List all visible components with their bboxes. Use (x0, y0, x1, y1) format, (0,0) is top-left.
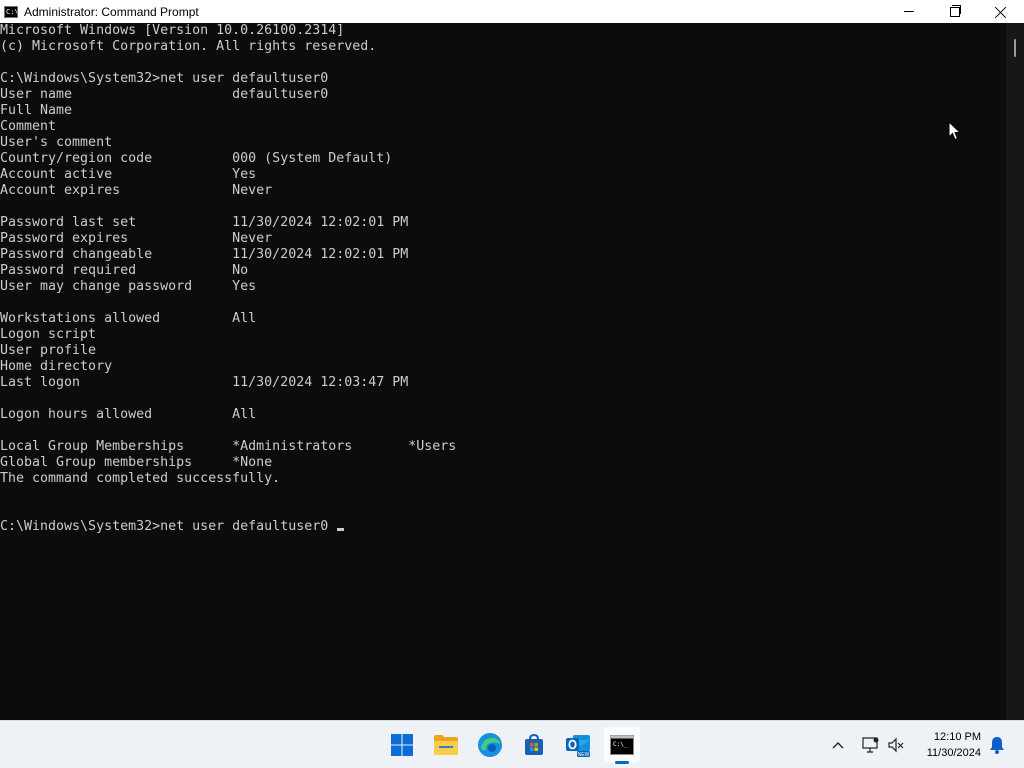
console-prompt-line[interactable]: C:\Windows\System32>net user defaultuser… (0, 519, 1006, 535)
volume-muted-icon (888, 737, 904, 753)
console-line: The command completed successfully. (0, 471, 281, 486)
active-app-indicator (615, 761, 629, 764)
close-button[interactable] (978, 0, 1024, 23)
volume-button[interactable] (884, 733, 908, 757)
windows-logo-icon (391, 734, 413, 756)
text-cursor (337, 528, 345, 531)
clock-date: 11/30/2024 (926, 747, 981, 759)
window-title: Administrator: Command Prompt (24, 4, 199, 19)
console-line: Local Group Memberships *Administrators … (0, 439, 457, 454)
prompt-text: C:\Windows\System32>net user defaultuser… (0, 519, 337, 534)
console-line: Microsoft Windows [Version 10.0.26100.23… (0, 23, 345, 38)
console-line: Account expires Never (0, 183, 273, 198)
minimize-icon (904, 11, 914, 12)
console-text: Microsoft Windows [Version 10.0.26100.23… (0, 23, 1006, 519)
console-line: Full Name (0, 103, 73, 118)
network-icon (862, 737, 879, 753)
edge-icon (478, 733, 502, 757)
outlook-new-badge: NEW (578, 752, 590, 758)
command-prompt-taskbar-button[interactable]: C:\_ (604, 727, 640, 764)
chevron-up-icon (832, 742, 844, 749)
console-line: Password expires Never (0, 231, 273, 246)
svg-text:C:\_: C:\_ (613, 741, 628, 748)
scrollbar-thumb[interactable] (1014, 39, 1016, 57)
console-output[interactable]: Microsoft Windows [Version 10.0.26100.23… (0, 23, 1006, 720)
console-line: Last logon 11/30/2024 12:03:47 PM (0, 375, 409, 390)
store-icon (525, 733, 543, 755)
vertical-scrollbar[interactable] (1006, 23, 1024, 720)
outlook-icon: NEW (566, 735, 590, 758)
console-line: (c) Microsoft Corporation. All rights re… (0, 39, 377, 54)
console-line: Logon script (0, 327, 97, 342)
maximize-button[interactable] (932, 0, 978, 23)
clock-time: 12:10 PM (933, 731, 981, 743)
console-line: Home directory (0, 359, 113, 374)
folder-icon (434, 735, 458, 755)
command-prompt-app-icon: C:\ (4, 5, 18, 18)
window-titlebar[interactable]: C:\ Administrator: Command Prompt (0, 0, 1024, 23)
network-status-button[interactable] (858, 733, 882, 757)
console-line: User's comment (0, 135, 113, 150)
bell-icon (990, 737, 1004, 754)
console-line: Global Group memberships *None (0, 455, 273, 470)
edge-button[interactable] (472, 727, 508, 763)
taskbar-clock[interactable]: 12:10 PM 11/30/2024 (927, 729, 981, 761)
console-line: C:\Windows\System32>net user defaultuser… (0, 71, 329, 86)
console-line: Country/region code 000 (System Default) (0, 151, 393, 166)
console-line: Password last set 11/30/2024 12:02:01 PM (0, 215, 409, 230)
console-line: User may change password Yes (0, 279, 257, 294)
console-line: Account active Yes (0, 167, 257, 182)
console-line: User name defaultuser0 (0, 87, 329, 102)
show-hidden-icons-button[interactable] (828, 733, 848, 757)
close-icon (995, 6, 1007, 18)
notifications-button[interactable] (986, 733, 1008, 757)
start-button[interactable] (384, 727, 420, 763)
console-line: Comment (0, 119, 57, 134)
window-controls (886, 0, 1024, 23)
console-line: Password changeable 11/30/2024 12:02:01 … (0, 247, 409, 262)
console-line: Password required No (0, 263, 249, 278)
minimize-button[interactable] (886, 0, 932, 23)
terminal-icon: C:\_ (610, 735, 634, 755)
file-explorer-button[interactable] (428, 727, 464, 763)
console-line: User profile (0, 343, 97, 358)
mouse-pointer-icon (948, 121, 962, 141)
taskbar: NEW C:\_ 12:10 PM 11/30/2024 (0, 720, 1024, 768)
outlook-button[interactable]: NEW (560, 727, 596, 763)
restore-icon (950, 4, 961, 17)
console-line: Workstations allowed All (0, 311, 257, 326)
console-line: Logon hours allowed All (0, 407, 257, 422)
store-button[interactable] (516, 727, 552, 763)
